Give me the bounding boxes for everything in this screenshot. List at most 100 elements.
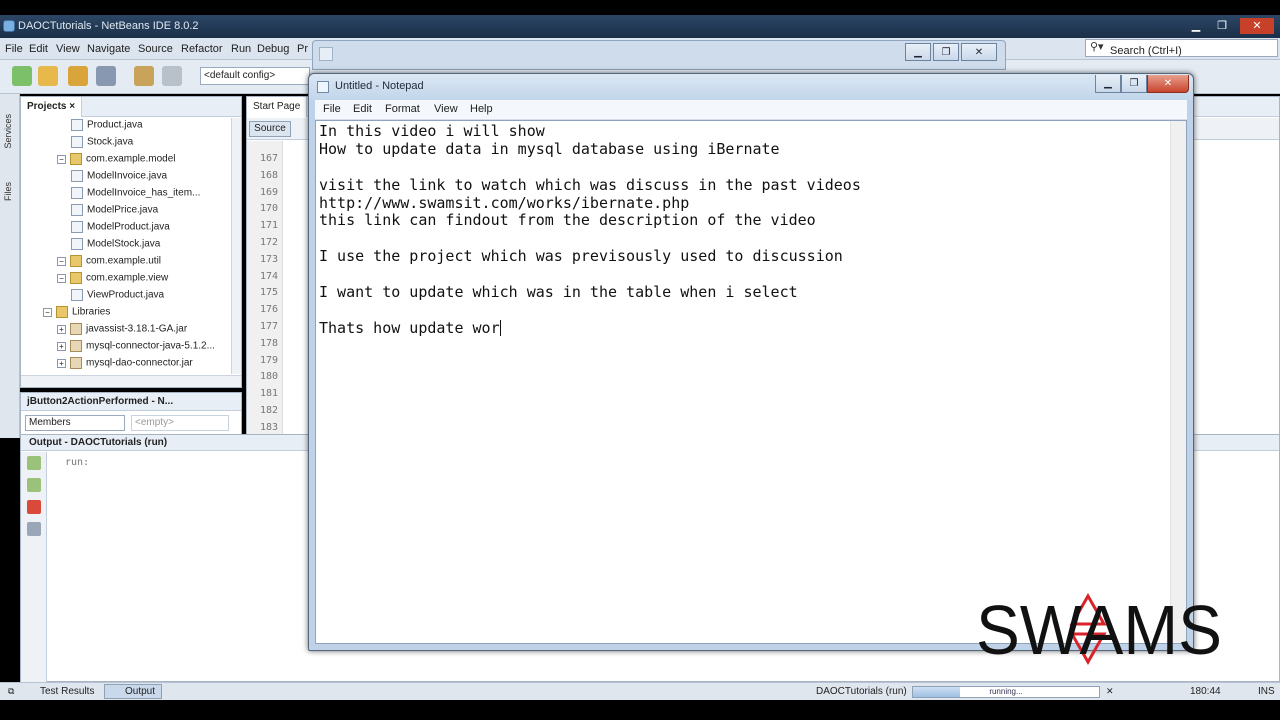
tree-item[interactable]: ModelInvoice.java xyxy=(71,170,167,187)
files-tab[interactable]: Files xyxy=(3,182,13,201)
line-number: 169 xyxy=(259,186,278,198)
np-menu-edit[interactable]: Edit xyxy=(353,103,372,115)
tree-item[interactable]: + javassist-3.18.1-GA.jar xyxy=(57,323,187,340)
dialog-maximize-icon[interactable]: ❐ xyxy=(933,43,959,61)
config-select[interactable]: <default config> xyxy=(200,67,310,85)
source-button[interactable]: Source xyxy=(249,121,291,137)
menu-profile[interactable]: Pr xyxy=(297,43,308,55)
tree-item[interactable]: ViewProduct.java xyxy=(71,289,164,306)
cancel-run-icon[interactable]: ✕ xyxy=(1106,686,1114,697)
menu-edit[interactable]: Edit xyxy=(29,43,48,55)
tree-item[interactable]: − com.example.model xyxy=(57,153,175,170)
projects-tab[interactable]: Projects × xyxy=(21,97,83,117)
navigator-title[interactable]: jButton2ActionPerformed - N... xyxy=(21,393,241,411)
new-project-icon[interactable] xyxy=(38,66,58,86)
status-arrange-icon[interactable]: ⧉ xyxy=(8,686,14,697)
dialog-minimize-icon[interactable]: ▁ xyxy=(905,43,931,61)
np-menu-file[interactable]: File xyxy=(323,103,341,115)
save-all-icon[interactable] xyxy=(96,66,116,86)
notepad-line: In this video i will show xyxy=(319,122,545,140)
line-number: 178 xyxy=(259,337,278,349)
menu-file[interactable]: File xyxy=(5,43,23,55)
line-number: 175 xyxy=(259,287,278,299)
close-icon[interactable]: ✕ xyxy=(1240,18,1274,34)
notepad-minimize-icon[interactable]: ▁ xyxy=(1095,75,1121,93)
line-number: 168 xyxy=(259,169,278,181)
tree-item[interactable]: + mysql-connector-java-5.1.2... xyxy=(57,340,215,357)
tab-start-page[interactable]: Start Page xyxy=(247,97,308,117)
tree-item[interactable]: Stock.java xyxy=(71,136,133,153)
background-dialog-frame: ▁ ❐ ✕ xyxy=(312,40,1006,70)
notepad-vertical-scrollbar[interactable] xyxy=(1170,121,1186,643)
menu-navigate[interactable]: Navigate xyxy=(87,43,130,55)
expand-toggle-icon[interactable]: + xyxy=(57,341,66,351)
redo-icon[interactable] xyxy=(162,66,182,86)
tree-item[interactable]: − com.example.view xyxy=(57,272,168,289)
menu-run[interactable]: Run xyxy=(231,43,251,55)
jar-icon xyxy=(70,357,82,369)
test-results-tab[interactable]: Test Results xyxy=(26,686,94,697)
tree-item[interactable]: − Libraries xyxy=(43,306,110,323)
notepad-window: Untitled - Notepad ▁ ❐ ✕ File Edit Forma… xyxy=(308,73,1194,651)
stop-icon[interactable] xyxy=(27,500,41,514)
tree-item[interactable]: ModelInvoice_has_item... xyxy=(71,187,200,204)
java-file-icon xyxy=(71,170,83,182)
np-menu-help[interactable]: Help xyxy=(470,103,493,115)
notepad-close-icon[interactable]: ✕ xyxy=(1147,75,1189,93)
notepad-maximize-icon[interactable]: ❐ xyxy=(1121,75,1147,93)
line-number: 182 xyxy=(259,405,278,416)
services-tab[interactable]: Services xyxy=(3,114,13,149)
menu-debug[interactable]: Debug xyxy=(257,43,289,55)
projects-horizontal-scrollbar[interactable] xyxy=(21,375,241,387)
projects-vertical-scrollbar[interactable] xyxy=(231,118,241,374)
package-icon xyxy=(70,272,82,284)
notepad-line: visit the link to watch which was discus… xyxy=(319,175,861,194)
tree-item[interactable]: Product.java xyxy=(71,119,143,136)
undo-icon[interactable] xyxy=(134,66,154,86)
notepad-line: I use the project which was previsously … xyxy=(319,247,843,266)
tree-item[interactable]: − com.example.util xyxy=(57,255,161,272)
tree-item[interactable]: ModelStock.java xyxy=(71,238,160,255)
expand-toggle-icon[interactable]: + xyxy=(57,358,66,368)
tree-item[interactable]: + mysql-dao-connector.jar xyxy=(57,357,193,374)
menu-view[interactable]: View xyxy=(56,43,80,55)
menu-source[interactable]: Source xyxy=(138,43,173,55)
notepad-text-area[interactable]: In this video i will show How to update d… xyxy=(315,120,1187,644)
members-select[interactable]: Members xyxy=(25,415,125,431)
output-text: run: xyxy=(65,457,90,468)
np-menu-format[interactable]: Format xyxy=(385,103,420,115)
search-input[interactable]: ⚲▾ Search (Ctrl+I) xyxy=(1085,39,1278,57)
tree-item-label: Product.java xyxy=(87,119,143,131)
tree-item[interactable]: ModelPrice.java xyxy=(71,204,158,221)
swams-logo: SWAMS xyxy=(976,592,1222,669)
tree-item[interactable]: ModelProduct.java xyxy=(71,221,170,238)
minimize-icon[interactable]: ▁ xyxy=(1184,18,1208,34)
filter-select[interactable]: <empty> xyxy=(131,415,229,431)
notepad-text: In this video i will show How to update d… xyxy=(319,122,1171,338)
notepad-menu-bar: File Edit Format View Help xyxy=(315,100,1187,120)
tree-item-label: ModelStock.java xyxy=(87,238,161,250)
line-number: 167 xyxy=(259,153,278,164)
rerun-with-args-icon[interactable] xyxy=(27,478,41,492)
rerun-icon[interactable] xyxy=(27,456,41,470)
notepad-line: this link can findout from the descripti… xyxy=(319,211,816,230)
expand-toggle-icon[interactable]: − xyxy=(57,154,66,164)
expand-toggle-icon[interactable]: − xyxy=(43,307,52,317)
tree-item-label: com.example.util xyxy=(86,255,162,267)
expand-toggle-icon[interactable]: − xyxy=(57,256,66,266)
settings-icon[interactable] xyxy=(27,522,41,536)
expand-toggle-icon[interactable]: − xyxy=(57,273,66,283)
maximize-icon[interactable]: ❐ xyxy=(1210,18,1234,34)
line-number: 179 xyxy=(259,354,278,366)
menu-refactor[interactable]: Refactor xyxy=(181,43,223,55)
open-project-icon[interactable] xyxy=(68,66,88,86)
notepad-icon xyxy=(317,81,329,93)
dialog-close-icon[interactable]: ✕ xyxy=(961,43,997,61)
netbeans-app-icon xyxy=(3,20,15,32)
line-number: 177 xyxy=(259,321,278,332)
line-number: 170 xyxy=(259,203,278,215)
expand-toggle-icon[interactable]: + xyxy=(57,324,66,334)
np-menu-view[interactable]: View xyxy=(434,103,458,115)
new-file-icon[interactable] xyxy=(12,66,32,86)
output-tab[interactable]: Output xyxy=(104,684,163,699)
